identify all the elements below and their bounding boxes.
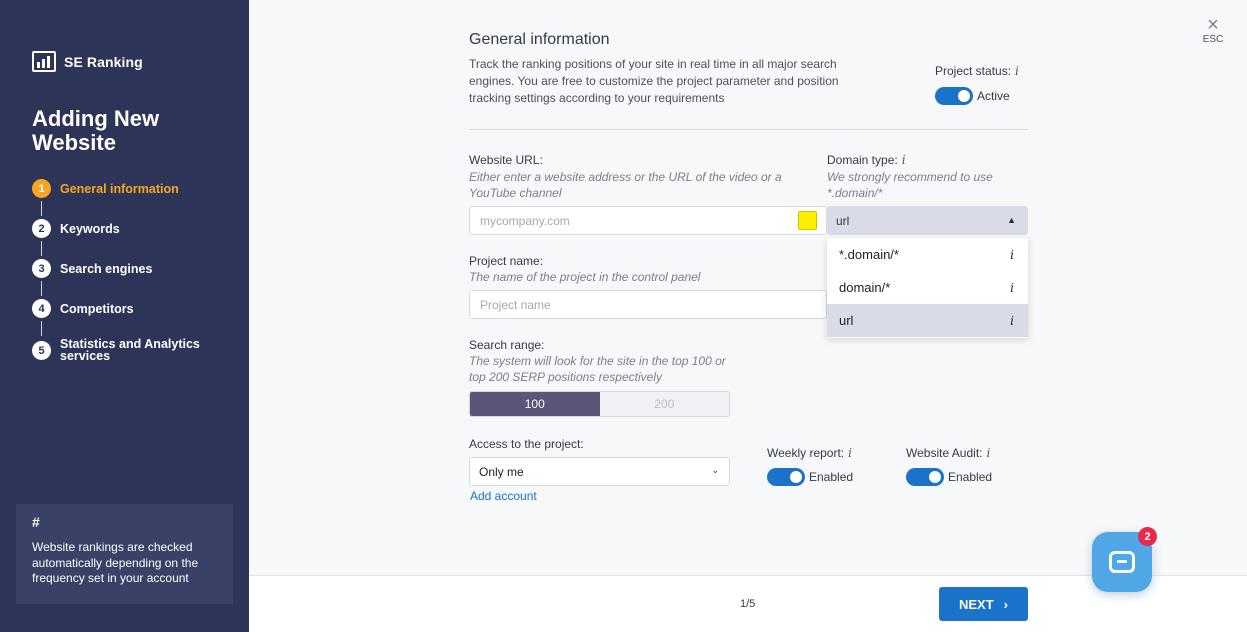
next-label: NEXT bbox=[958, 596, 994, 612]
sidebar: SE Ranking Adding New Website 1 General … bbox=[0, 0, 249, 632]
chevron-up-icon: ▲ bbox=[1007, 215, 1016, 225]
search-range-label: Search range: bbox=[469, 338, 545, 352]
project-name-input[interactable]: Project name bbox=[469, 290, 827, 319]
chat-icon bbox=[1109, 551, 1135, 573]
project-name-label: Project name: bbox=[469, 254, 544, 268]
step-statistics-analytics[interactable]: 5 Statistics and Analytics services bbox=[32, 337, 210, 377]
step-label: General information bbox=[60, 182, 179, 196]
color-marker[interactable] bbox=[798, 211, 817, 230]
step-connector bbox=[41, 241, 42, 256]
info-tip: # Website rankings are checked automatic… bbox=[16, 504, 233, 604]
step-connector bbox=[41, 281, 42, 296]
add-account-link[interactable]: Add account bbox=[470, 489, 537, 503]
project-name-hint: The name of the project in the control p… bbox=[469, 270, 701, 284]
step-number: 2 bbox=[32, 219, 51, 238]
step-general-information[interactable]: 1 General information bbox=[32, 179, 210, 219]
step-label: Statistics and Analytics services bbox=[60, 337, 200, 363]
website-url-input[interactable]: mycompany.com bbox=[469, 206, 827, 235]
bar-chart-logo-icon bbox=[32, 51, 56, 72]
chevron-down-icon: ⌄ bbox=[711, 465, 719, 475]
option-label: *.domain/* bbox=[839, 247, 899, 262]
step-number: 5 bbox=[32, 341, 51, 360]
hash-icon: # bbox=[32, 514, 40, 530]
info-icon[interactable]: i bbox=[1010, 248, 1014, 262]
range-option-100[interactable]: 100 bbox=[470, 392, 600, 416]
page-counter: 1/5 bbox=[740, 598, 756, 610]
option-label: domain/* bbox=[839, 280, 891, 295]
weekly-report-value: Enabled bbox=[809, 470, 854, 484]
website-url-hint: Either enter a website address or the UR… bbox=[469, 170, 782, 200]
step-keywords[interactable]: 2 Keywords bbox=[32, 219, 210, 259]
access-select[interactable]: Only me ⌄ bbox=[469, 457, 730, 486]
project-status-value: Active bbox=[977, 89, 1010, 103]
step-competitors[interactable]: 4 Competitors bbox=[32, 299, 210, 339]
project-status-toggle[interactable] bbox=[935, 87, 973, 105]
section-description: Track the ranking positions of your site… bbox=[469, 57, 839, 105]
access-label: Access to the project: bbox=[469, 437, 584, 451]
page-title: Adding New Website bbox=[32, 106, 160, 155]
dropdown-option[interactable]: *.domain/* i bbox=[827, 238, 1028, 271]
project-status-toggle-group: Active bbox=[935, 87, 1010, 105]
project-status-label: Project status: i bbox=[935, 64, 1019, 78]
website-url-label: Website URL: bbox=[469, 153, 543, 167]
close-icon: × bbox=[1207, 14, 1219, 36]
domain-type-select[interactable]: url ▲ bbox=[827, 206, 1028, 235]
weekly-report-toggle[interactable] bbox=[767, 468, 805, 486]
esc-label: ESC bbox=[1202, 34, 1224, 45]
divider bbox=[469, 129, 1028, 130]
website-audit-toggle-group: Enabled bbox=[906, 468, 992, 486]
website-audit-toggle[interactable] bbox=[906, 468, 944, 486]
section-title: General information bbox=[469, 31, 610, 48]
project-status-text: Project status: bbox=[935, 64, 1012, 78]
step-label: Competitors bbox=[60, 302, 134, 316]
step-search-engines[interactable]: 3 Search engines bbox=[32, 259, 210, 299]
tip-text: Website rankings are checked automatical… bbox=[32, 540, 199, 585]
dropdown-option[interactable]: domain/* i bbox=[827, 271, 1028, 304]
domain-type-text: Domain type: bbox=[827, 153, 898, 167]
info-icon[interactable]: i bbox=[1015, 64, 1019, 78]
info-icon[interactable]: i bbox=[987, 446, 991, 460]
range-option-200[interactable]: 200 bbox=[600, 392, 730, 416]
domain-type-label: Domain type: i bbox=[827, 153, 906, 167]
weekly-report-toggle-group: Enabled bbox=[767, 468, 853, 486]
website-audit-label: Website Audit: i bbox=[906, 446, 990, 460]
info-icon[interactable]: i bbox=[1010, 281, 1014, 295]
info-icon[interactable]: i bbox=[848, 446, 852, 460]
access-value: Only me bbox=[479, 464, 524, 479]
notification-badge: 2 bbox=[1138, 527, 1157, 546]
domain-type-dropdown: *.domain/* i domain/* i url i bbox=[827, 238, 1028, 338]
website-audit-text: Website Audit: bbox=[906, 446, 983, 460]
brand-name: SE Ranking bbox=[64, 53, 143, 70]
dropdown-option-selected[interactable]: url i bbox=[827, 304, 1028, 337]
next-button[interactable]: NEXT › bbox=[939, 587, 1028, 621]
wizard-steps: 1 General information 2 Keywords 3 Searc… bbox=[32, 179, 210, 377]
step-connector bbox=[41, 321, 42, 336]
brand[interactable]: SE Ranking bbox=[32, 51, 143, 72]
step-connector bbox=[41, 201, 42, 216]
step-number: 3 bbox=[32, 259, 51, 278]
close-button[interactable]: × ESC bbox=[1199, 14, 1227, 45]
weekly-report-text: Weekly report: bbox=[767, 446, 845, 460]
step-label: Search engines bbox=[60, 262, 153, 276]
info-icon[interactable]: i bbox=[1010, 314, 1014, 328]
step-label: Keywords bbox=[60, 222, 120, 236]
search-range-segmented: 100 200 bbox=[469, 391, 730, 417]
domain-type-value: url bbox=[836, 213, 850, 228]
weekly-report-label: Weekly report: i bbox=[767, 446, 852, 460]
info-icon[interactable]: i bbox=[902, 153, 906, 167]
domain-type-hint: We strongly recommend to use *.domain/* bbox=[827, 170, 993, 200]
search-range-hint: The system will look for the site in the… bbox=[469, 354, 726, 384]
step-number: 1 bbox=[32, 179, 51, 198]
chevron-right-icon: › bbox=[1003, 596, 1008, 612]
option-label: url bbox=[839, 313, 854, 328]
step-number: 4 bbox=[32, 299, 51, 318]
website-audit-value: Enabled bbox=[948, 470, 993, 484]
